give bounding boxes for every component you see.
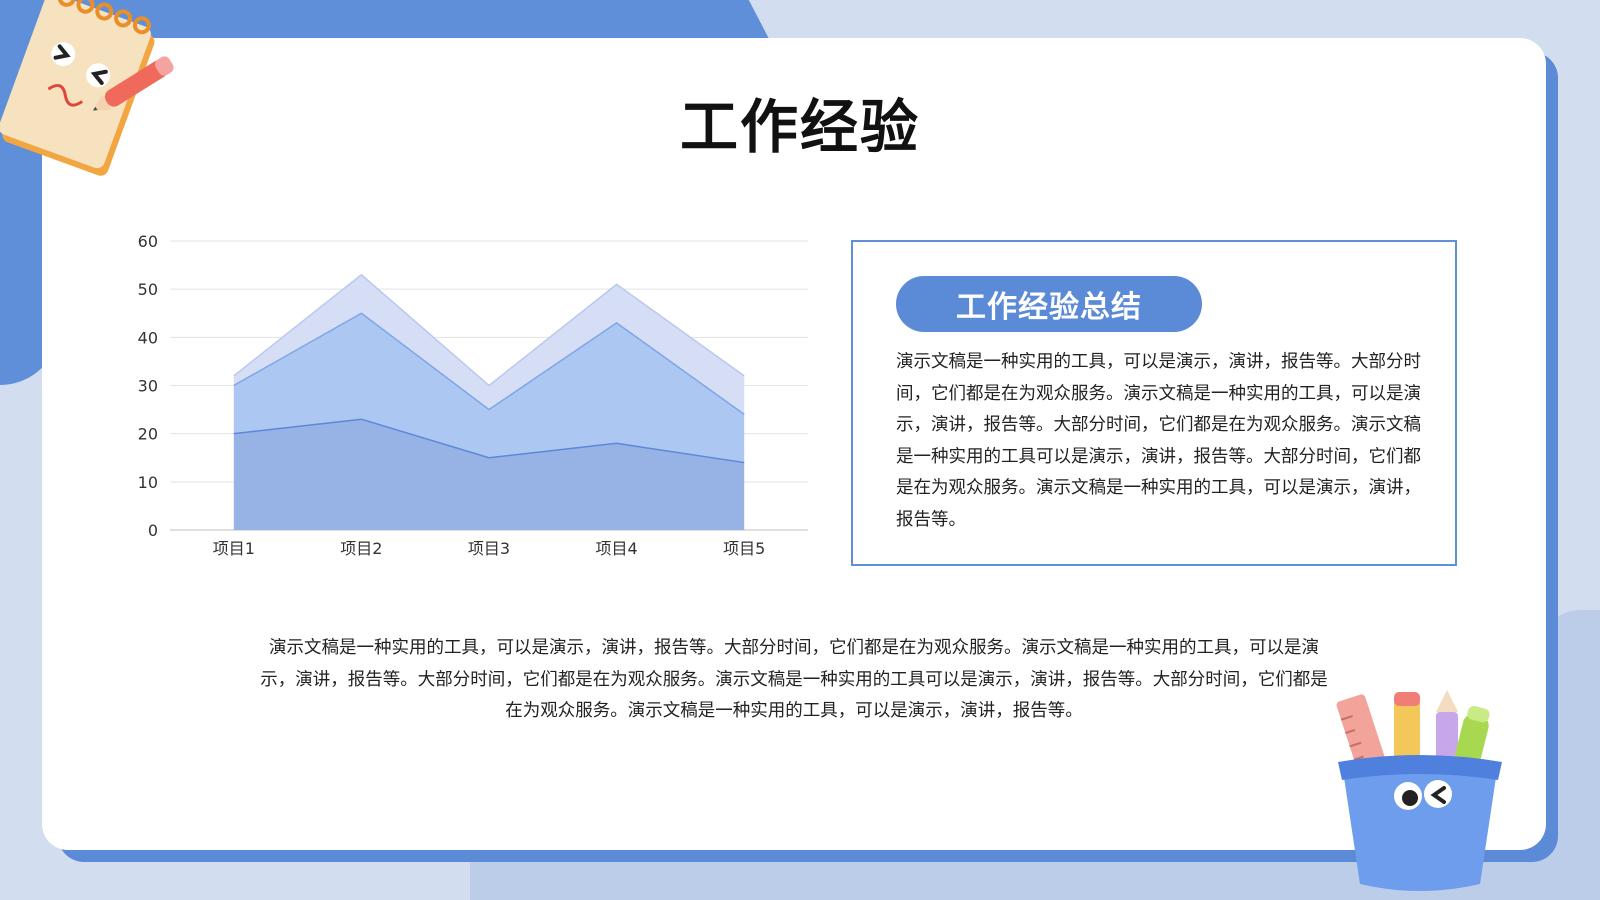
footer-paragraph: 演示文稿是一种实用的工具，可以是演示，演讲，报告等。大部分时间，它们都是在为观众… <box>260 638 1328 721</box>
x-tick-label: 项目2 <box>340 539 382 558</box>
summary-body: 演示文稿是一种实用的工具，可以是演示，演讲，报告等。大部分时间，它们都是在为观众… <box>896 352 1421 530</box>
chart-svg: 0 10 20 30 40 50 60 项目1 项目2 项目3 项目4 项目5 <box>138 232 808 558</box>
y-tick-label: 10 <box>138 473 158 492</box>
area-chart: 0 10 20 30 40 50 60 项目1 项目2 项目3 项目4 项目5 <box>120 228 840 588</box>
x-tick-label: 项目3 <box>468 539 510 558</box>
y-tick-label: 30 <box>138 377 158 396</box>
y-tick-label: 0 <box>148 521 158 540</box>
x-tick-label: 项目1 <box>213 539 255 558</box>
x-tick-label: 项目4 <box>596 539 638 558</box>
y-tick-label: 50 <box>138 280 158 299</box>
page-title: 工作经验 <box>679 93 920 161</box>
y-tick-label: 20 <box>138 425 158 444</box>
y-tick-label: 60 <box>138 232 158 251</box>
pen-cup-icon <box>1336 690 1502 891</box>
x-tick-label: 项目5 <box>723 539 765 558</box>
summary-box: 工作经验总结 演示文稿是一种实用的工具，可以是演示，演讲，报告等。大部分时间，它… <box>851 240 1457 566</box>
notebook-pencil-icon <box>0 0 174 176</box>
y-tick-label: 40 <box>138 328 158 347</box>
summary-heading: 工作经验总结 <box>896 276 1202 332</box>
